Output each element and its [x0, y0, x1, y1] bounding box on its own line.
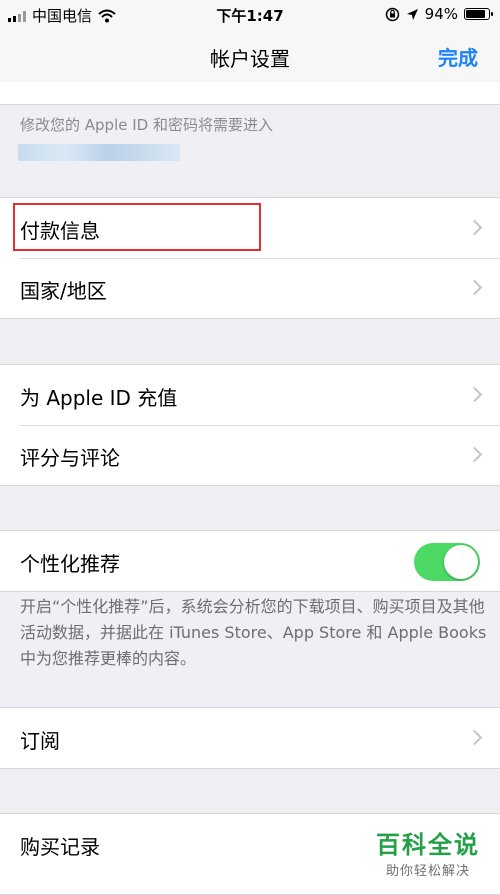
ratings-reviews-row[interactable]: 评分与评论 [0, 425, 500, 485]
status-bar: 中国电信 下午1:47 94% [0, 0, 500, 30]
watermark: 百科全说 助你轻松解决 [376, 825, 480, 879]
redacted-text [18, 144, 180, 161]
watermark-sub: 助你轻松解决 [385, 864, 470, 879]
toggle-knob [444, 545, 478, 579]
payment-group: 付款信息 国家/地区 [0, 197, 500, 319]
personalized-recommendations-toggle[interactable] [414, 543, 480, 581]
apple-id-note: 修改您的 Apple ID 和密码将需要进入 [20, 116, 273, 134]
location-icon [406, 8, 418, 20]
done-button[interactable]: 完成 [438, 42, 478, 71]
chevron-right-icon [466, 279, 483, 296]
subscriptions-row[interactable]: 订阅 [0, 708, 500, 768]
add-funds-row[interactable]: 为 Apple ID 充值 [0, 365, 500, 425]
country-region-label: 国家/地区 [20, 279, 107, 303]
personalization-footnote: 开启“个性化推荐”后，系统会分析您的下载项目、购买项目及其他活动数据，并据此在 … [20, 597, 487, 668]
orientation-lock-icon [385, 7, 399, 21]
battery-fill [466, 10, 485, 18]
purchase-history-label: 购买记录 [20, 835, 100, 859]
subscriptions-group: 订阅 [0, 707, 500, 769]
chevron-right-icon [466, 386, 483, 403]
top-section-remnant [0, 82, 500, 105]
watermark-main: 百科全说 [376, 831, 480, 859]
page-title: 帐户设置 [210, 47, 290, 71]
battery-percent: 94% [424, 5, 458, 23]
chevron-right-icon [466, 446, 483, 463]
ratings-reviews-label: 评分与评论 [20, 446, 120, 470]
personalized-recommendations-label: 个性化推荐 [20, 552, 120, 576]
payment-info-label: 付款信息 [20, 219, 100, 243]
personalized-recommendations-row: 个性化推荐 [0, 531, 500, 591]
chevron-right-icon [466, 219, 483, 236]
add-funds-label: 为 Apple ID 充值 [20, 386, 178, 410]
chevron-right-icon [466, 729, 483, 746]
payment-info-row[interactable]: 付款信息 [0, 198, 500, 258]
subscriptions-label: 订阅 [20, 729, 60, 753]
country-region-row[interactable]: 国家/地区 [0, 258, 500, 318]
nav-bar: 帐户设置 完成 [0, 30, 500, 82]
personalization-group: 个性化推荐 [0, 530, 500, 592]
funds-group: 为 Apple ID 充值 评分与评论 [0, 364, 500, 486]
status-right: 94% [385, 5, 493, 23]
battery-icon [464, 8, 493, 20]
